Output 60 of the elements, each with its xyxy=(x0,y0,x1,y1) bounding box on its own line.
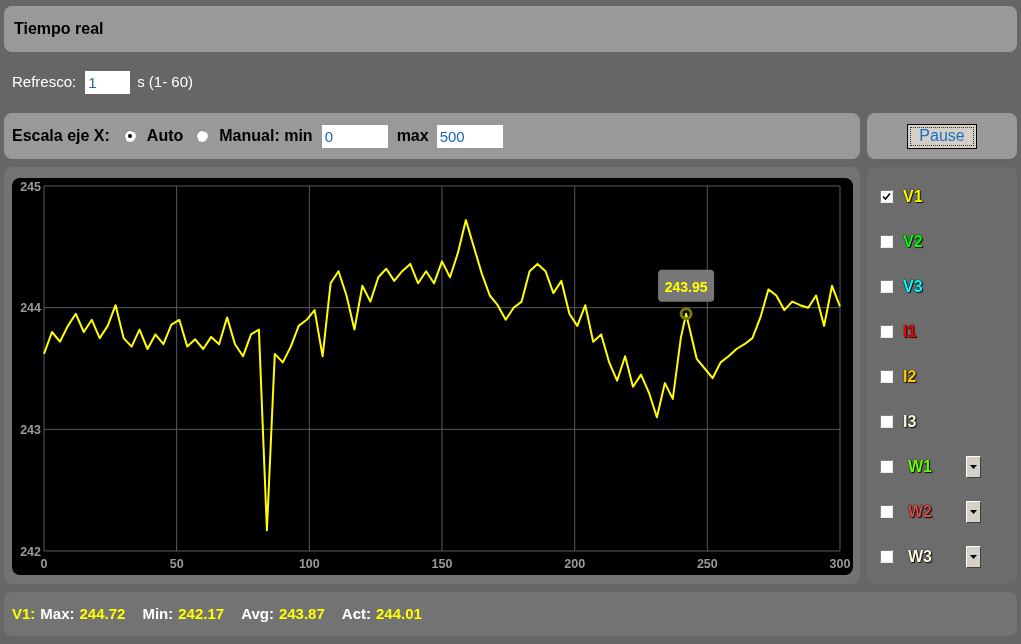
stat-value: 244.72 xyxy=(79,603,126,624)
caret-icon xyxy=(970,509,977,514)
series-label: W1 xyxy=(908,456,932,477)
series-label: W3 xyxy=(908,546,932,567)
checkbox[interactable] xyxy=(880,190,893,203)
max-input[interactable]: 500 xyxy=(436,124,503,148)
max-label: max xyxy=(396,126,429,146)
checkbox[interactable] xyxy=(880,505,893,518)
axis-tick-label: 250 xyxy=(696,557,718,571)
axis-tick-label: 243 xyxy=(20,422,41,437)
axis-tick-label: 200 xyxy=(564,557,586,571)
series-label: I1 xyxy=(903,321,917,342)
point-marker-icon xyxy=(679,307,693,321)
series-label: V2 xyxy=(903,231,923,252)
checkbox[interactable] xyxy=(880,325,893,338)
axis-tick-label: 244 xyxy=(20,301,41,316)
annotation: 243.95 xyxy=(664,278,708,295)
stat-label: Act: xyxy=(341,603,371,624)
axis-tick-label: 150 xyxy=(431,557,453,571)
caret-icon xyxy=(970,464,977,469)
axis-scale-label: Escala eje X: xyxy=(12,126,110,146)
stat-label: Min: xyxy=(142,603,174,624)
axis-tick-label: 242 xyxy=(20,544,41,559)
dropdown-button[interactable] xyxy=(966,500,981,523)
axis-tick-label: 245 xyxy=(20,179,41,194)
stat-label: Max: xyxy=(40,603,75,624)
radio-button[interactable] xyxy=(123,130,136,142)
axis-tick-label: 50 xyxy=(169,557,184,571)
option-label[interactable]: Manual: min xyxy=(219,124,313,148)
pause-button[interactable]: Pause xyxy=(907,123,977,149)
axis-tick-label: 100 xyxy=(298,557,320,571)
stat-value: 242.17 xyxy=(178,603,225,624)
stat-value: 244.01 xyxy=(376,603,422,624)
value-tooltip: 243.95 xyxy=(658,269,715,302)
refresh-input[interactable]: 1 xyxy=(85,71,131,94)
stat-label: Avg: xyxy=(241,603,274,624)
min-input[interactable]: 0 xyxy=(321,124,388,148)
page-title: Tiempo real xyxy=(14,19,104,39)
series-label: W2 xyxy=(908,501,932,522)
checkbox[interactable] xyxy=(880,415,893,428)
series-label: V3 xyxy=(903,276,923,297)
axis-tick-label: 300 xyxy=(829,557,851,571)
checkbox[interactable] xyxy=(880,460,893,473)
checkbox[interactable] xyxy=(880,280,893,293)
caret-icon xyxy=(970,554,977,559)
dropdown-button[interactable] xyxy=(966,455,981,478)
checkbox[interactable] xyxy=(880,235,893,248)
checkbox[interactable] xyxy=(880,550,893,563)
radio-button[interactable] xyxy=(196,130,209,142)
series-label: V1 xyxy=(903,186,923,207)
series-label: V1: xyxy=(12,603,36,624)
option-label[interactable]: Auto xyxy=(146,124,184,148)
dropdown-button[interactable] xyxy=(966,545,981,568)
series-label: I2 xyxy=(903,366,917,387)
axis-tick-label: 0 xyxy=(40,557,48,571)
series-label: I3 xyxy=(903,411,917,432)
refresh-unit: s (1- 60) xyxy=(137,72,194,93)
checkbox[interactable] xyxy=(880,370,893,383)
stat-value: 243.87 xyxy=(278,603,325,624)
refresh-label: Refresco: xyxy=(12,72,77,93)
